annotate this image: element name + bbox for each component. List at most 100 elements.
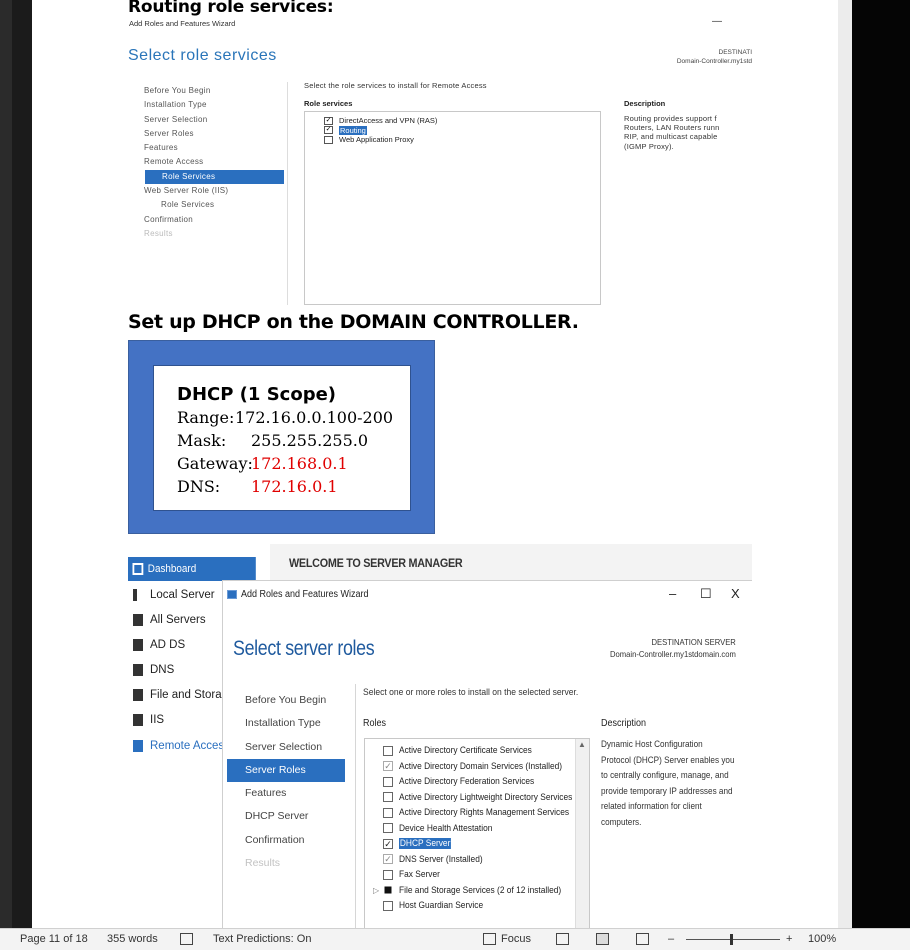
list-item-label: DHCP Server bbox=[399, 838, 452, 850]
sidebar-item-dashboard: Dashboard bbox=[128, 557, 256, 581]
mask-label: Mask: bbox=[177, 431, 227, 450]
wizard-title: Add Roles and Features Wizard bbox=[241, 589, 369, 600]
zoom-level[interactable]: 100% bbox=[808, 933, 836, 945]
checkbox-unchecked bbox=[383, 807, 393, 818]
description-header: Description bbox=[601, 718, 647, 729]
dhcp-info-box: DHCP (1 Scope) Range: 172.16.0.0.100-200… bbox=[153, 365, 411, 511]
iis-icon bbox=[133, 714, 143, 726]
wizard-icon bbox=[227, 590, 237, 599]
role-services-list: ✓ DirectAccess and VPN (RAS) ✓ Routing W… bbox=[324, 116, 437, 145]
list-item: Web Application Proxy bbox=[324, 135, 437, 145]
list-item: ▷ File and Storage Services (2 of 12 ins… bbox=[373, 883, 573, 899]
server-manager-screenshot: Dashboard Local Server All Servers AD DS… bbox=[128, 544, 752, 928]
description-line: Protocol (DHCP) Server enables you bbox=[601, 754, 735, 766]
list-item-label: Active Directory Rights Management Servi… bbox=[399, 807, 570, 819]
instruction-text: Select one or more roles to install on t… bbox=[363, 687, 579, 698]
role-services-screenshot: Add Roles and Features Wizard — Select r… bbox=[128, 16, 752, 305]
dhcp-title: DHCP (1 Scope) bbox=[177, 384, 337, 405]
list-item: ✓ DNS Server (Installed) bbox=[373, 852, 573, 868]
description-text: Routing provides support f Routers, LAN … bbox=[624, 114, 752, 151]
print-layout-icon[interactable] bbox=[596, 933, 609, 945]
zoom-out-button[interactable]: – bbox=[668, 933, 674, 945]
step-item: Results bbox=[144, 228, 173, 238]
range-value: 172.16.0.0.100-200 bbox=[235, 408, 394, 427]
step-item-selected: Role Services bbox=[145, 169, 284, 185]
page-count[interactable]: Page 11 of 18 bbox=[20, 933, 88, 945]
focus-button[interactable]: Focus bbox=[501, 933, 531, 945]
text-predictions-status[interactable]: Text Predictions: On bbox=[213, 933, 311, 945]
list-item: ✓ Routing bbox=[324, 125, 437, 136]
web-layout-icon[interactable] bbox=[636, 933, 649, 945]
description-line: related information for client bbox=[601, 801, 702, 812]
routing-heading: Routing role services: bbox=[128, 0, 334, 17]
word-count[interactable]: 355 words bbox=[107, 933, 158, 945]
destination-server-name: Domain-Controller.my1stdomain.com bbox=[610, 649, 736, 659]
dashboard-icon bbox=[132, 563, 144, 575]
list-item: Device Health Attestation bbox=[373, 821, 573, 837]
checkbox-partial bbox=[384, 886, 392, 894]
list-item: Active Directory Rights Management Servi… bbox=[373, 805, 573, 821]
list-item: ✓ DirectAccess and VPN (RAS) bbox=[324, 116, 437, 126]
checkbox-checked: ✓ bbox=[324, 126, 333, 135]
step-item: Remote Access bbox=[144, 157, 204, 167]
list-item: ✓ Active Directory Domain Services (Inst… bbox=[373, 759, 573, 775]
sidebar-item-label: Dashboard bbox=[147, 563, 197, 575]
divider bbox=[287, 82, 288, 305]
maximize-icon: ☐ bbox=[700, 586, 712, 601]
page-title: Select role services bbox=[128, 47, 277, 64]
checkbox-unchecked bbox=[383, 792, 393, 803]
document-scroll-gutter[interactable] bbox=[838, 0, 852, 928]
list-item-label: Fax Server bbox=[399, 869, 440, 881]
destination-label: DESTINATI bbox=[718, 49, 752, 56]
focus-icon[interactable] bbox=[483, 933, 496, 945]
list-item: Active Directory Lightweight Directory S… bbox=[373, 790, 573, 806]
wizard-title: Add Roles and Features Wizard bbox=[129, 19, 236, 28]
zoom-slider-track[interactable] bbox=[686, 939, 780, 940]
checkbox-unchecked bbox=[383, 900, 393, 911]
list-item-label: Active Directory Federation Services bbox=[399, 776, 535, 788]
roles-scrollbar: ▲ bbox=[575, 739, 589, 928]
step-item: Installation Type bbox=[144, 100, 207, 110]
list-item: Active Directory Federation Services bbox=[373, 774, 573, 790]
description-line: RIP, and multicast capable bbox=[624, 132, 718, 142]
checkbox-unchecked bbox=[324, 135, 333, 144]
checkbox-unchecked bbox=[383, 869, 393, 880]
description-text: Dynamic Host Configuration Protocol (DHC… bbox=[601, 737, 739, 830]
description-header: Description bbox=[624, 99, 666, 108]
proofing-icon[interactable] bbox=[180, 933, 193, 945]
dns-icon bbox=[133, 664, 143, 676]
list-item-label: Routing bbox=[339, 125, 367, 135]
gateway-label: Gateway: bbox=[177, 454, 253, 473]
description-line: provide temporary IP addresses and bbox=[601, 785, 733, 797]
list-item-label: Active Directory Certificate Services bbox=[399, 745, 532, 757]
instruction-text: Select the role services to install for … bbox=[304, 81, 487, 90]
step-item: Before You Begin bbox=[245, 694, 327, 706]
scroll-up-icon: ▲ bbox=[578, 740, 586, 749]
description-line: (IGMP Proxy). bbox=[624, 141, 674, 151]
step-item: Server Selection bbox=[144, 114, 208, 124]
list-item: Host Guardian Service bbox=[373, 898, 573, 914]
step-item: Web Server Role (IIS) bbox=[144, 186, 229, 196]
checkbox-checked: ✓ bbox=[383, 838, 393, 849]
range-line: Range: 172.16.0.0.100-200 bbox=[177, 408, 393, 427]
mask-value: 255.255.255.0 bbox=[251, 431, 369, 450]
step-item: DHCP Server bbox=[245, 810, 309, 823]
mask-line: Mask: 255.255.255.0 bbox=[177, 431, 368, 450]
ad-ds-icon bbox=[133, 639, 143, 651]
list-item: Fax Server bbox=[373, 867, 573, 883]
zoom-slider-handle[interactable] bbox=[730, 934, 733, 945]
sidebar-item-label: AD DS bbox=[150, 639, 186, 651]
document-page[interactable]: Routing role services: Add Roles and Fea… bbox=[32, 0, 838, 928]
zoom-in-button[interactable]: + bbox=[786, 933, 792, 945]
read-mode-icon[interactable] bbox=[556, 933, 569, 945]
checkbox-installed: ✓ bbox=[383, 854, 393, 865]
dns-value: 172.16.0.1 bbox=[251, 477, 338, 496]
add-roles-wizard: Add Roles and Features Wizard – ☐ X Sele… bbox=[222, 580, 752, 928]
dns-label: DNS: bbox=[177, 477, 221, 496]
sidebar-item-label: All Servers bbox=[150, 614, 206, 626]
welcome-title: WELCOME TO SERVER MANAGER bbox=[289, 556, 463, 570]
expand-icon: ▷ bbox=[373, 885, 380, 895]
step-item: Features bbox=[245, 787, 287, 800]
description-line: computers. bbox=[601, 816, 642, 828]
destination-server-name: Domain-Controller.my1std bbox=[676, 58, 752, 65]
